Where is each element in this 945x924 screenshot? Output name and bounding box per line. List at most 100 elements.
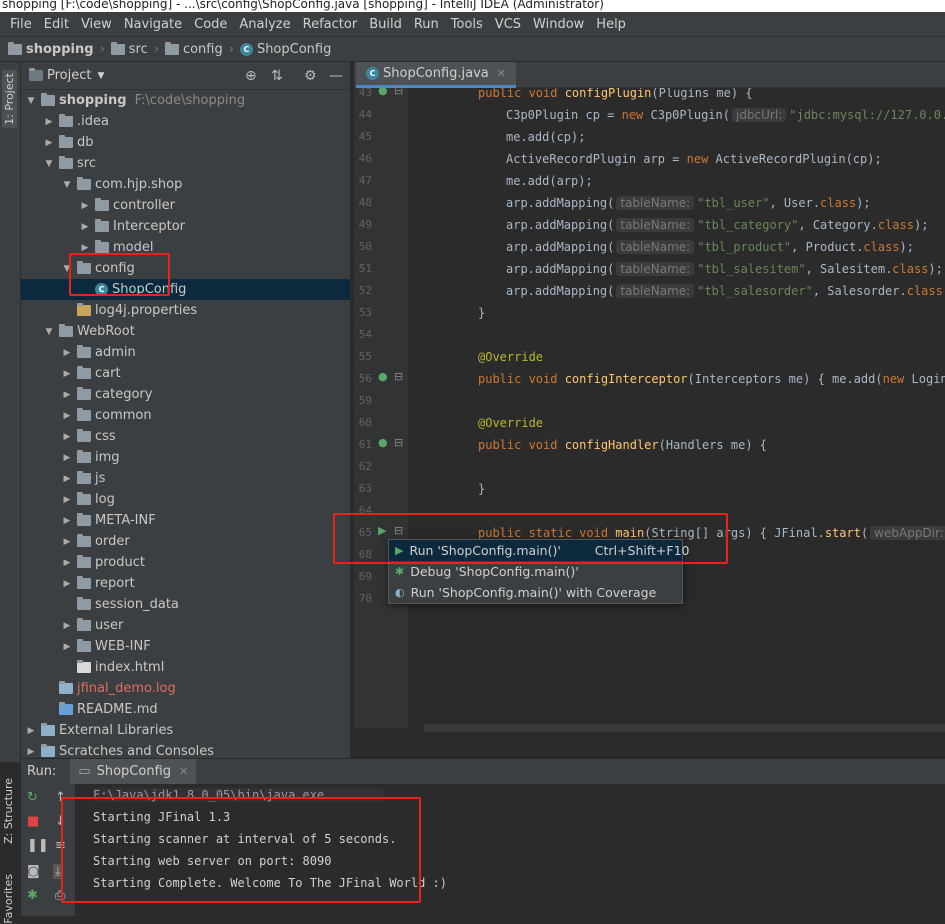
fold-icon[interactable]: ⊟ xyxy=(394,436,403,449)
scroll-to-end-icon[interactable]: ⤓ xyxy=(53,864,63,879)
tree-item[interactable]: log4j.properties xyxy=(21,300,350,321)
collapse-arrow-icon[interactable]: ▶ xyxy=(61,621,73,631)
tree-item[interactable]: ▶ admin xyxy=(21,342,350,363)
print-icon[interactable]: ⎙ xyxy=(55,888,65,903)
hide-icon[interactable]: — xyxy=(329,68,343,84)
tree-item[interactable]: ▶ log xyxy=(21,489,350,510)
code-editor[interactable]: public void configPlugin(Plugins me) {C3… xyxy=(408,88,945,728)
tree-item[interactable]: ▶ controller xyxy=(21,195,350,216)
expand-arrow-icon[interactable]: ▼ xyxy=(43,327,55,337)
tree-item[interactable]: ▼ shopping F:\code\shopping xyxy=(21,90,350,111)
tree-item[interactable]: ▶ css xyxy=(21,426,350,447)
collapse-arrow-icon[interactable]: ▶ xyxy=(25,747,37,757)
fold-icon[interactable]: ⊟ xyxy=(394,370,403,383)
collapse-arrow-icon[interactable]: ▶ xyxy=(61,642,73,652)
pause-icon[interactable]: ❚❚ xyxy=(27,838,49,853)
collapse-arrow-icon[interactable]: ▶ xyxy=(61,453,73,463)
menu-navigate[interactable]: Navigate xyxy=(118,17,188,32)
override-gutter-icon[interactable]: ● xyxy=(378,436,388,449)
collapse-arrow-icon[interactable]: ▶ xyxy=(61,474,73,484)
camera-icon[interactable]: ◙ xyxy=(27,864,40,879)
tree-item[interactable]: ▼ src xyxy=(21,153,350,174)
tree-item[interactable]: jfinal_demo.log xyxy=(21,678,350,699)
collapse-arrow-icon[interactable]: ▶ xyxy=(25,726,37,736)
scroll-up-icon[interactable]: ↑ xyxy=(55,790,66,805)
gear-icon[interactable]: ⚙ xyxy=(304,68,317,84)
crumb-shopping[interactable]: shopping xyxy=(8,41,94,57)
tree-item[interactable]: session_data xyxy=(21,594,350,615)
close-icon[interactable]: ✕ xyxy=(497,67,506,80)
tree-item[interactable]: ▶ product xyxy=(21,552,350,573)
tree-item[interactable]: ▶ js xyxy=(21,468,350,489)
scroll-down-icon[interactable]: ↓ xyxy=(55,814,66,829)
settings-icon[interactable]: ✱ xyxy=(27,888,38,903)
collapse-arrow-icon[interactable]: ▶ xyxy=(43,117,55,127)
tree-item[interactable]: ▶ report xyxy=(21,573,350,594)
menu-edit[interactable]: Edit xyxy=(38,17,75,32)
menu-tools[interactable]: Tools xyxy=(445,17,489,32)
tree-item[interactable]: ▶ img xyxy=(21,447,350,468)
menu-analyze[interactable]: Analyze xyxy=(233,17,296,32)
tab-structure[interactable]: Z: Structure xyxy=(2,778,15,844)
run-gutter-icon[interactable]: ● xyxy=(378,84,388,97)
menu-window[interactable]: Window xyxy=(527,17,590,32)
menu-build[interactable]: Build xyxy=(363,17,408,32)
expand-arrow-icon[interactable]: ▼ xyxy=(25,96,37,106)
expand-arrow-icon[interactable]: ▼ xyxy=(61,264,73,274)
menu-help[interactable]: Help xyxy=(590,17,632,32)
collapse-arrow-icon[interactable]: ▶ xyxy=(61,432,73,442)
expand-arrow-icon[interactable]: ▼ xyxy=(43,159,55,169)
tree-item[interactable]: ▶ db xyxy=(21,132,350,153)
collapse-arrow-icon[interactable]: ▶ xyxy=(61,411,73,421)
crumb-config[interactable]: config xyxy=(164,41,223,57)
collapse-all-icon[interactable]: ⇅ xyxy=(271,68,283,84)
menu-file[interactable]: File xyxy=(4,17,38,32)
collapse-arrow-icon[interactable]: ▶ xyxy=(79,222,91,232)
menu-view[interactable]: View xyxy=(75,17,118,32)
stop-icon[interactable]: ■ xyxy=(27,814,39,829)
tab-project[interactable]: 1: Project xyxy=(2,70,17,128)
tree-item[interactable]: ▶ WEB-INF xyxy=(21,636,350,657)
popup-item-run[interactable]: ▶ Run 'ShopConfig.main()' Ctrl+Shift+F10 xyxy=(389,540,690,561)
close-icon[interactable]: ✕ xyxy=(179,765,188,778)
fold-icon[interactable]: ⊟ xyxy=(394,84,403,97)
tree-item[interactable]: ▶ META-INF xyxy=(21,510,350,531)
menu-vcs[interactable]: VCS xyxy=(489,17,527,32)
locate-icon[interactable]: ⊕ xyxy=(245,68,257,84)
run-tab-shopconfig[interactable]: ▭ ShopConfig ✕ xyxy=(70,758,197,785)
collapse-arrow-icon[interactable]: ▶ xyxy=(43,138,55,148)
crumb-shopconfig[interactable]: C ShopConfig xyxy=(239,42,331,57)
tree-item[interactable]: README.md xyxy=(21,699,350,720)
tree-item[interactable]: index.html xyxy=(21,657,350,678)
collapse-arrow-icon[interactable]: ▶ xyxy=(61,495,73,505)
popup-item-debug[interactable]: ✱ Debug 'ShopConfig.main()' xyxy=(389,561,682,582)
run-gutter-icon[interactable]: ▶ xyxy=(378,524,386,537)
override-gutter-icon[interactable]: ● xyxy=(378,370,388,383)
console-output[interactable]: F:\Java\jdk1.8.0_05\bin\java.exe ... Star… xyxy=(75,784,945,916)
rerun-icon[interactable]: ↻ xyxy=(27,790,38,805)
tree-item[interactable]: C ShopConfig xyxy=(21,279,350,300)
collapse-arrow-icon[interactable]: ▶ xyxy=(79,201,91,211)
collapse-arrow-icon[interactable]: ▶ xyxy=(61,369,73,379)
tree-item[interactable]: ▶ .idea xyxy=(21,111,350,132)
tree-item[interactable]: ▼ WebRoot xyxy=(21,321,350,342)
horizontal-scrollbar[interactable] xyxy=(424,724,945,732)
popup-item-coverage[interactable]: ◐ Run 'ShopConfig.main()' with Coverage xyxy=(389,582,682,603)
collapse-arrow-icon[interactable]: ▶ xyxy=(61,390,73,400)
collapse-arrow-icon[interactable]: ▶ xyxy=(61,516,73,526)
fold-icon[interactable]: ⊟ xyxy=(394,524,403,537)
tab-favorites[interactable]: Favorites xyxy=(2,874,15,924)
crumb-src[interactable]: src xyxy=(110,41,148,57)
collapse-arrow-icon[interactable]: ▶ xyxy=(61,579,73,589)
chevron-down-icon[interactable]: ▼ xyxy=(97,71,104,81)
collapse-arrow-icon[interactable]: ▶ xyxy=(61,558,73,568)
tree-item[interactable]: ▼ config xyxy=(21,258,350,279)
menu-run[interactable]: Run xyxy=(408,17,445,32)
tree-item[interactable]: ▶ order xyxy=(21,531,350,552)
tree-item[interactable]: ▶ cart xyxy=(21,363,350,384)
soft-wrap-icon[interactable]: ≡ xyxy=(55,838,66,853)
collapse-arrow-icon[interactable]: ▶ xyxy=(79,243,91,253)
tree-item[interactable]: ▶ External Libraries xyxy=(21,720,350,741)
tree-item[interactable]: ▶ Interceptor xyxy=(21,216,350,237)
menu-refactor[interactable]: Refactor xyxy=(297,17,364,32)
